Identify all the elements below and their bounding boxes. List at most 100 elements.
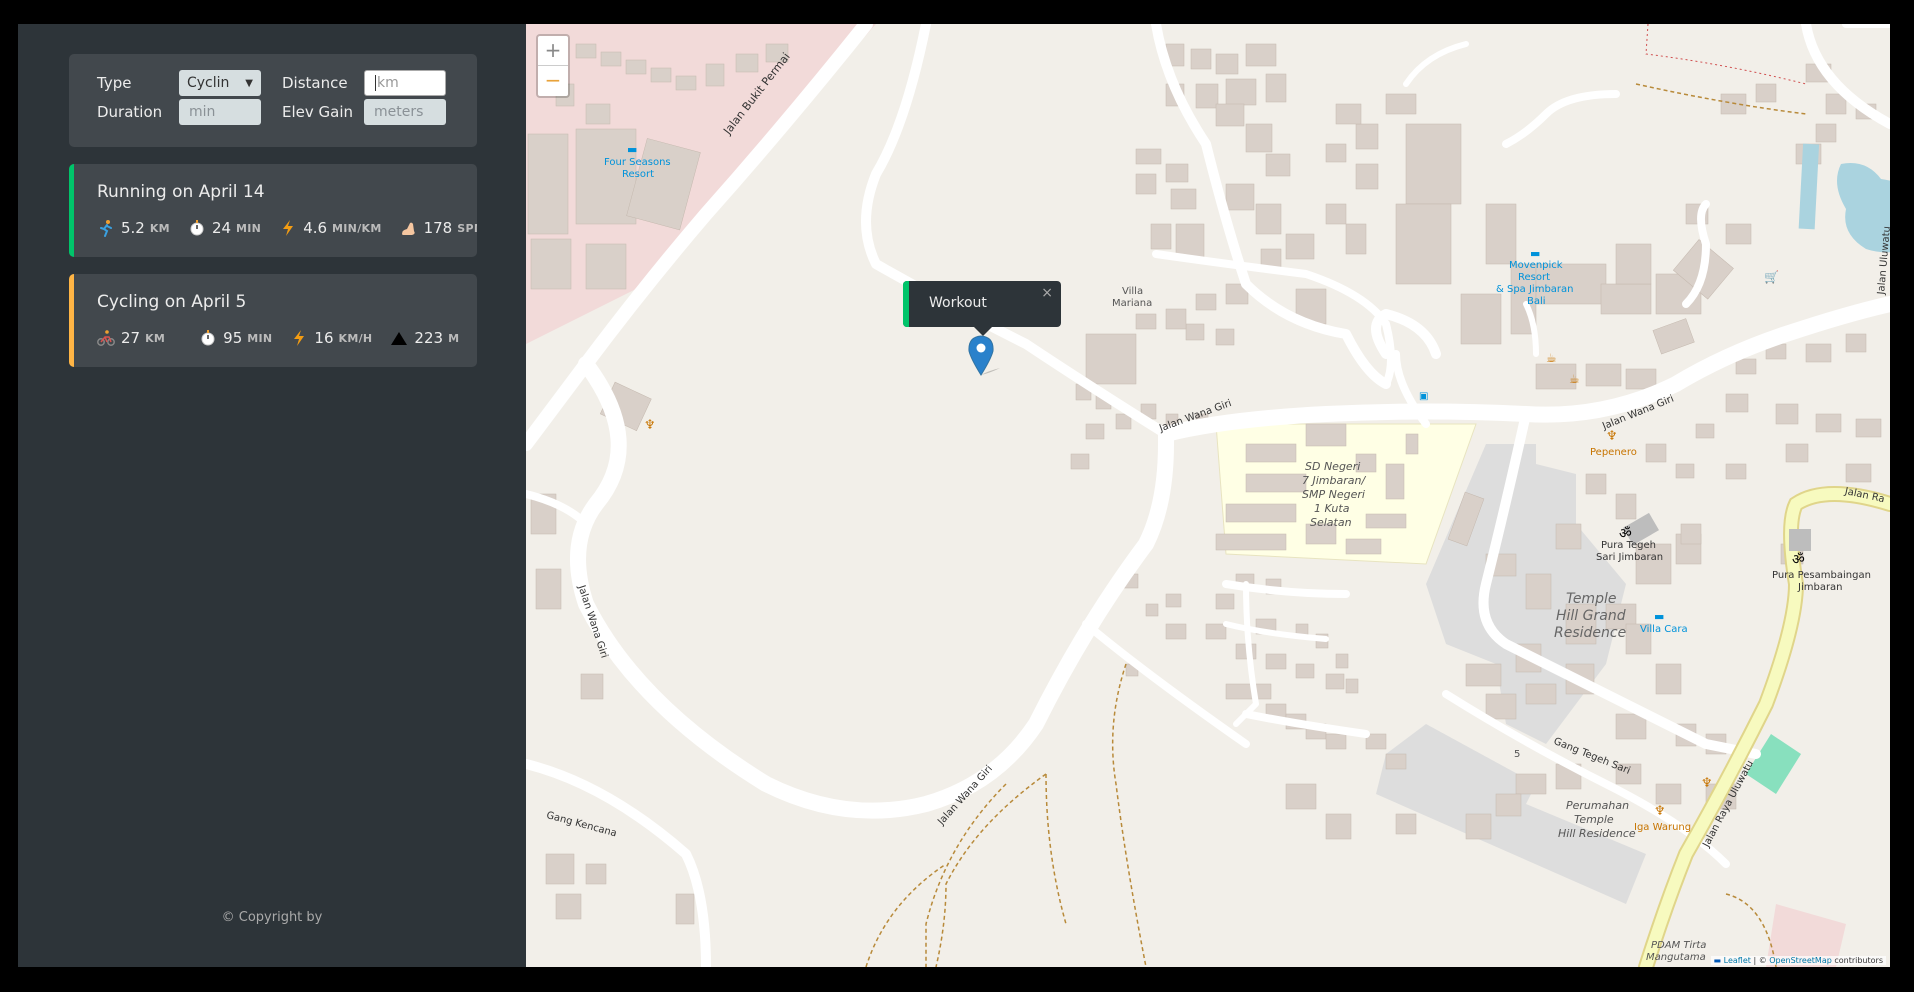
sidebar: Type Cyclin ▼ Distance km Duration min E… bbox=[18, 24, 526, 967]
map-label: Jalan Wana Giri bbox=[1601, 393, 1676, 433]
map[interactable]: Jalan Bukit Permai Four Seasons Resort V… bbox=[526, 24, 1890, 967]
map-label: Temple bbox=[1574, 813, 1614, 826]
workout-stat-duration: 24 MIN bbox=[188, 219, 261, 237]
map-label: Jalan Raya Uluwatu bbox=[1701, 758, 1757, 850]
map-label: 1 Kuta bbox=[1314, 502, 1350, 515]
workout-color-bar bbox=[69, 164, 74, 257]
copyright-text: © Copyright by bbox=[221, 910, 323, 925]
map-label: Mangutama bbox=[1646, 952, 1706, 963]
cafe-icon: ☕ bbox=[1546, 351, 1557, 365]
cafe-icon: ☕ bbox=[1569, 372, 1580, 386]
distance-placeholder: km bbox=[375, 75, 399, 91]
stat-value: 223 bbox=[414, 329, 444, 347]
form-row-2: Duration min Elev Gain meters bbox=[97, 99, 446, 125]
duration-input[interactable]: min bbox=[179, 99, 261, 125]
map-marker-icon[interactable] bbox=[968, 335, 1000, 376]
stat-unit: MIN/KM bbox=[332, 221, 382, 235]
hotel-icon: ▬ bbox=[627, 143, 638, 156]
map-label: 5 bbox=[1514, 749, 1521, 760]
distance-label: Distance bbox=[282, 74, 348, 92]
attribution-separator: | © bbox=[1750, 956, 1770, 965]
zoom-out-button[interactable]: − bbox=[538, 66, 568, 95]
form-row-1: Type Cyclin ▼ Distance km bbox=[97, 70, 446, 96]
type-select[interactable]: Cyclin ▼ bbox=[179, 70, 261, 96]
elev-gain-label: Elev Gain bbox=[282, 103, 354, 121]
attribution-tail: contributors bbox=[1831, 956, 1883, 965]
duration-placeholder: min bbox=[189, 104, 216, 120]
type-select-value: Cyclin bbox=[187, 75, 230, 91]
stopwatch-icon bbox=[199, 329, 217, 347]
stat-unit: M bbox=[448, 331, 460, 345]
temple-icon: ॐ bbox=[1619, 526, 1632, 542]
map-label: Temple bbox=[1566, 591, 1617, 607]
elev-gain-input[interactable]: meters bbox=[364, 99, 446, 125]
stat-unit: SPM bbox=[457, 221, 477, 235]
zoom-in-button[interactable]: + bbox=[538, 36, 568, 66]
type-label: Type bbox=[97, 74, 132, 92]
map-label: Resort bbox=[1518, 272, 1551, 283]
map-label: Villa bbox=[1122, 286, 1144, 297]
runner-icon bbox=[97, 219, 115, 237]
restaurant-icon: ♆ bbox=[1606, 429, 1618, 444]
workout-stats: 5.2 KM 24 MIN 4.6 MIN/KM 178 SP bbox=[97, 219, 477, 237]
map-label: Jalan Bukit Permai bbox=[721, 50, 793, 138]
cyclist-icon bbox=[97, 329, 115, 347]
workout-color-bar bbox=[69, 274, 74, 367]
stat-value: 4.6 bbox=[303, 219, 328, 237]
map-label: Bali bbox=[1527, 296, 1546, 307]
popup-close-button[interactable]: × bbox=[1041, 285, 1053, 301]
elev-gain-placeholder: meters bbox=[374, 104, 424, 120]
workout-card-running[interactable]: Running on April 14 5.2 KM 24 MIN 4.6 MI… bbox=[69, 164, 477, 257]
stat-unit: MIN bbox=[236, 221, 262, 235]
workout-stat-pace: 4.6 MIN/KM bbox=[279, 219, 381, 237]
stat-value: 27 bbox=[121, 329, 141, 347]
leaflet-link[interactable]: Leaflet bbox=[1724, 956, 1751, 965]
map-label: Mariana bbox=[1112, 298, 1153, 309]
footprint-icon bbox=[400, 219, 418, 237]
map-label: Iga Warung bbox=[1634, 822, 1692, 833]
stat-unit: MIN bbox=[247, 331, 273, 345]
map-label: Jalan Uluwatu bbox=[1876, 225, 1890, 295]
map-label: Pepenero bbox=[1590, 447, 1637, 458]
map-label: Residence bbox=[1554, 625, 1627, 641]
map-attribution: ▬ Leaflet | © OpenStreetMap contributors bbox=[1710, 956, 1886, 965]
stat-unit: KM/H bbox=[338, 331, 373, 345]
map-label: Pura Pesambaingan bbox=[1772, 570, 1871, 581]
workout-title: Running on April 14 bbox=[97, 182, 265, 202]
workout-stat-elevation: 223 M bbox=[390, 329, 459, 347]
shop-icon: 🛒 bbox=[1764, 270, 1779, 284]
osm-link[interactable]: OpenStreetMap bbox=[1769, 956, 1832, 965]
app-container: Type Cyclin ▼ Distance km Duration min E… bbox=[18, 24, 1890, 967]
restaurant-icon: ♆ bbox=[644, 418, 656, 433]
stat-unit: KM bbox=[145, 331, 166, 345]
map-label: Jalan Wana Giri bbox=[1158, 398, 1234, 435]
workout-stat-distance: 5.2 KM bbox=[97, 219, 170, 237]
map-label: Hill Residence bbox=[1558, 827, 1636, 840]
map-label: Gang Tegeh Sari bbox=[1551, 736, 1632, 777]
map-label: Jalan Wana Giri bbox=[575, 584, 610, 660]
workout-title: Cycling on April 5 bbox=[97, 292, 247, 312]
map-label: Resort bbox=[622, 169, 655, 180]
map-label: SMP Negeri bbox=[1302, 488, 1365, 501]
stat-value: 16 bbox=[314, 329, 334, 347]
hotel-icon: ▬ bbox=[1530, 247, 1541, 260]
stat-value: 5.2 bbox=[121, 219, 145, 237]
workout-stat-distance: 27 KM bbox=[97, 329, 165, 347]
stat-value: 178 bbox=[423, 219, 453, 237]
distance-input[interactable]: km bbox=[364, 70, 446, 96]
map-label: Jalan Wana Giri bbox=[936, 763, 995, 828]
duration-label: Duration bbox=[97, 103, 163, 121]
lightning-icon bbox=[290, 329, 308, 347]
map-label: SD Negeri bbox=[1305, 460, 1361, 473]
bus-stop-icon: ▣ bbox=[1419, 391, 1429, 402]
workout-stats: 27 KM 95 MIN 16 KM/H 223 M bbox=[97, 329, 477, 347]
workout-card-cycling[interactable]: Cycling on April 5 27 KM 95 MIN 16 KM/H … bbox=[69, 274, 477, 367]
stopwatch-icon bbox=[188, 219, 206, 237]
map-label: Villa Cara bbox=[1640, 624, 1688, 635]
popup-color-bar bbox=[903, 281, 909, 327]
popup-text: Workout bbox=[929, 295, 987, 311]
mountain-icon bbox=[390, 329, 408, 347]
temple-icon: ॐ bbox=[1792, 552, 1805, 568]
stat-value: 95 bbox=[223, 329, 243, 347]
map-label: Jimbaran bbox=[1798, 582, 1843, 593]
